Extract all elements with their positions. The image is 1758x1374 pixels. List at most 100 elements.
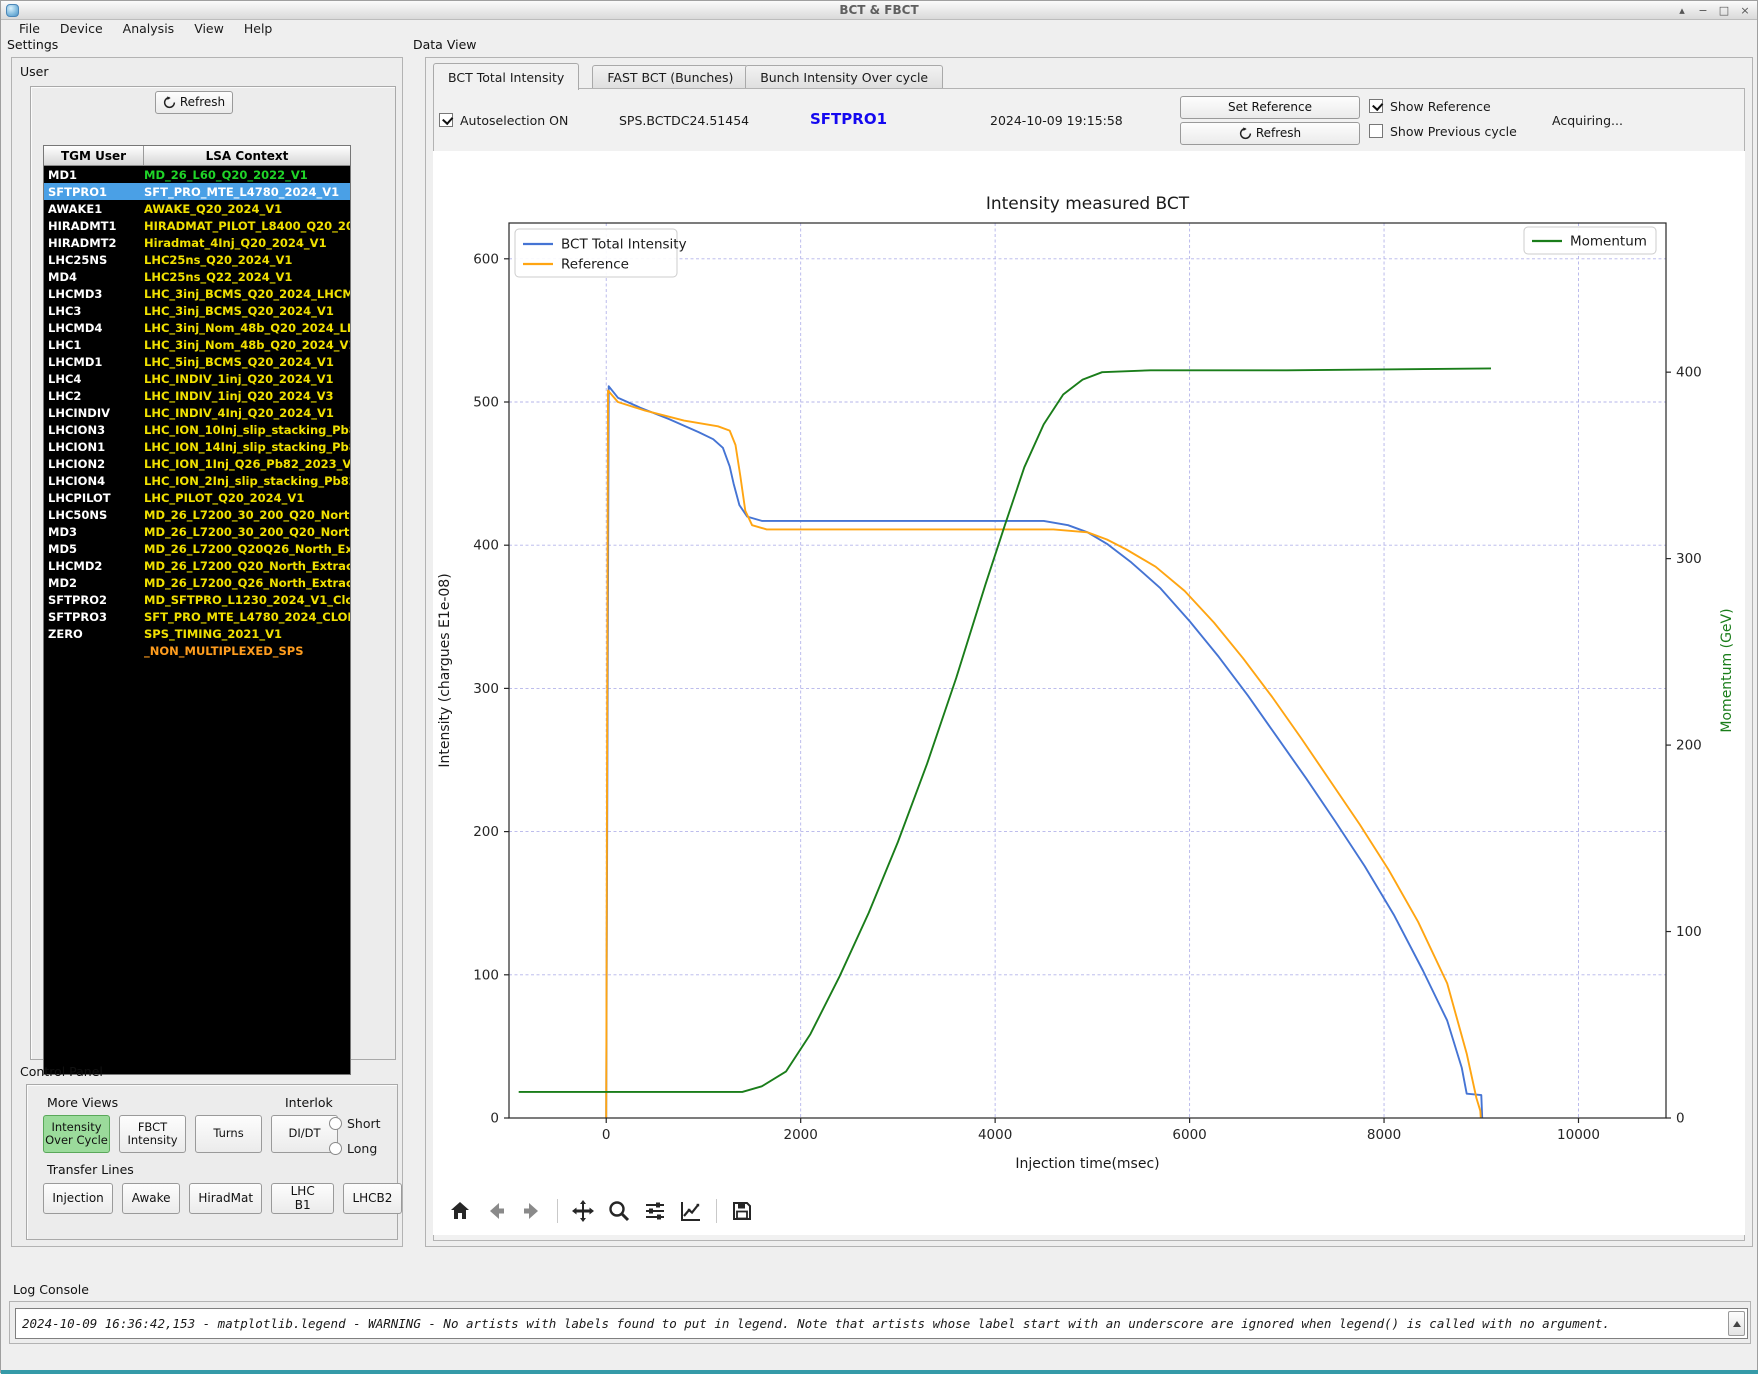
minimize-window-button[interactable]: − (1697, 4, 1709, 17)
svg-text:0: 0 (602, 1127, 611, 1143)
lsa-context-cell: SPS_TIMING_2021_V1 (144, 626, 283, 641)
menu-file[interactable]: File (9, 20, 50, 37)
svg-text:200: 200 (473, 824, 499, 840)
view-button-intensity-over-cycle[interactable]: Intensity Over Cycle (43, 1115, 110, 1153)
subplots-icon[interactable] (642, 1198, 668, 1224)
table-row[interactable]: SFTPRO1 SFT_PRO_MTE_L4780_2024_V1 (44, 183, 350, 200)
pan-icon[interactable] (570, 1198, 596, 1224)
view-button-di-dt[interactable]: DI/DT (271, 1115, 338, 1153)
menu-help[interactable]: Help (234, 20, 283, 37)
series-momentum (518, 367, 1492, 1093)
autoselection-checkbox[interactable] (439, 113, 453, 127)
lsa-context-cell: MD_26_L7200_Q20Q26_North_Extraction_2... (144, 541, 350, 556)
transfer-button-awake[interactable]: Awake (122, 1183, 181, 1214)
transfer-button-hiradmat[interactable]: HiradMat (189, 1183, 263, 1214)
lsa-context-cell: LHC_3inj_BCMS_Q20_2024_LHCMD (144, 286, 350, 301)
menu-view[interactable]: View (184, 20, 234, 37)
lsa-context-cell: MD_SFTPRO_L1230_2024_V1_Clone (144, 592, 350, 607)
control-panel-label: Control Panel (20, 1064, 103, 1079)
table-row[interactable]: LHC4 LHC_INDIV_1inj_Q20_2024_V1 (44, 370, 350, 387)
interlok-radio-short[interactable] (329, 1117, 342, 1130)
table-row[interactable]: _NON_MULTIPLEXED_SPS (44, 642, 350, 659)
interlok-radio-long[interactable] (329, 1142, 342, 1155)
lsa-context-cell: HIRADMAT_PILOT_L8400_Q20_2024_V1 (144, 218, 350, 233)
save-icon[interactable] (729, 1198, 755, 1224)
table-row[interactable]: MD3 MD_26_L7200_30_200_Q20_North_Extracti… (44, 523, 350, 540)
user-refresh-button[interactable]: Refresh (155, 91, 233, 114)
lsa-context-cell: LHC_5inj_BCMS_Q20_2024_V1 (144, 354, 334, 369)
tgm-user-table[interactable]: TGM User LSA Context MD1 MD_26_L60_Q20_2022… (43, 145, 351, 1075)
figure-canvas[interactable]: 0 2000 4000 6000 8000 10000 0 100 200 300 400 500 60… (433, 151, 1745, 1187)
svg-text:300: 300 (473, 681, 499, 697)
svg-text:8000: 8000 (1367, 1127, 1401, 1143)
tgm-user-cell: LHCION1 (48, 439, 106, 454)
menu-device[interactable]: Device (50, 20, 113, 37)
table-row[interactable]: LHC1 LHC_3inj_Nom_48b_Q20_2024_V1 (44, 336, 350, 353)
more-views-label: More Views (47, 1095, 119, 1110)
table-row[interactable]: LHCION1 LHC_ION_14Inj_slip_stacking_Pb82_… (44, 438, 350, 455)
tab-bct-total-intensity[interactable]: BCT Total Intensity (433, 63, 580, 90)
lsa-context-cell: Hiradmat_4Inj_Q20_2024_V1 (144, 235, 327, 250)
table-row[interactable]: MD4 LHC25ns_Q22_2024_V1 (44, 268, 350, 285)
view-button-fbct-intensity[interactable]: FBCT Intensity (119, 1115, 186, 1153)
table-row[interactable]: HIRADMT1 HIRADMAT_PILOT_L8400_Q20_2024_V1 (44, 217, 350, 234)
tgm-user-cell: SFTPRO2 (48, 592, 108, 607)
table-row[interactable]: LHC3 LHC_3inj_BCMS_Q20_2024_V1 (44, 302, 350, 319)
table-row[interactable]: AWAKE1 AWAKE_Q20_2024_V1 (44, 200, 350, 217)
table-row[interactable]: LHCION2 LHC_ION_1Inj_Q26_Pb82_2023_V1 (44, 455, 350, 472)
toolbar-separator (557, 1199, 558, 1223)
table-row[interactable]: LHCION3 LHC_ION_10Inj_slip_stacking_Pb82_… (44, 421, 350, 438)
table-row[interactable]: SFTPRO3 SFT_PRO_MTE_L4780_2024_CLONE (44, 608, 350, 625)
table-row[interactable]: LHCINDIV LHC_INDIV_4Inj_Q20_2024_V1 (44, 404, 350, 421)
table-row[interactable]: LHC25NS LHC25ns_Q20_2024_V1 (44, 251, 350, 268)
chart-title: Intensity measured BCT (986, 194, 1190, 214)
menu-analysis[interactable]: Analysis (113, 20, 185, 37)
lsa-context-cell: LHC_3inj_BCMS_Q20_2024_V1 (144, 303, 334, 318)
svg-text:0: 0 (1676, 1111, 1685, 1127)
lsa-context-cell: SFT_PRO_MTE_L4780_2024_CLONE (144, 609, 350, 624)
tab-bunch-intensity-over-cycle[interactable]: Bunch Intensity Over cycle (745, 65, 944, 89)
view-button-turns[interactable]: Turns (195, 1115, 262, 1153)
show-reference-checkbox[interactable] (1369, 99, 1383, 113)
log-console-label: Log Console (13, 1282, 89, 1297)
table-row[interactable]: LHCPILOT LHC_PILOT_Q20_2024_V1 (44, 489, 350, 506)
zoom-icon[interactable] (606, 1198, 632, 1224)
table-row[interactable]: SFTPRO2 MD_SFTPRO_L1230_2024_V1_Clone (44, 591, 350, 608)
set-reference-button[interactable]: Set Reference (1180, 96, 1360, 119)
show-previous-cycle-checkbox[interactable] (1369, 124, 1383, 138)
table-row[interactable]: LHCMD3 LHC_3inj_BCMS_Q20_2024_LHCMD (44, 285, 350, 302)
table-row[interactable]: LHCMD2 MD_26_L7200_Q20_North_Extraction_2… (44, 557, 350, 574)
back-icon[interactable] (483, 1198, 509, 1224)
table-row[interactable]: LHC2 LHC_INDIV_1inj_Q20_2024_V3 (44, 387, 350, 404)
transfer-button-injection[interactable]: Injection (43, 1183, 114, 1214)
transfer-button-lhcb2[interactable]: LHCB2 (342, 1183, 402, 1214)
close-window-button[interactable]: × (1739, 4, 1751, 17)
table-row[interactable]: LHCION4 LHC_ION_2Inj_slip_stacking_Pb82_Q… (44, 472, 350, 489)
table-row[interactable]: MD2 MD_26_L7200_Q26_North_Extraction_2024… (44, 574, 350, 591)
table-row[interactable]: LHCMD1 LHC_5inj_BCMS_Q20_2024_V1 (44, 353, 350, 370)
table-row[interactable]: HIRADMT2 Hiradmat_4Inj_Q20_2024_V1 (44, 234, 350, 251)
table-row[interactable]: ZERO SPS_TIMING_2021_V1 (44, 625, 350, 642)
tgm-user-cell: LHCMD2 (48, 558, 103, 573)
shade-window-button[interactable]: ▴ (1676, 4, 1688, 17)
lsa-context-cell: MD_26_L60_Q20_2022_V1 (144, 167, 308, 182)
axes-icon[interactable] (678, 1198, 704, 1224)
table-row[interactable]: MD1 MD_26_L60_Q20_2022_V1 (44, 166, 350, 183)
interlok-radio-label: Long (347, 1141, 378, 1156)
refresh-icon (163, 96, 176, 109)
column-header-lsa-context[interactable]: LSA Context (144, 146, 350, 165)
data-refresh-button[interactable]: Refresh (1180, 122, 1360, 145)
log-message-field[interactable]: 2024-10-09 16:36:42,153 - matplotlib.leg… (15, 1308, 1748, 1339)
table-row[interactable]: LHC50NS MD_26_L7200_30_200_Q20_North_Extr… (44, 506, 350, 523)
table-row[interactable]: MD5 MD_26_L7200_Q20Q26_North_Extraction_2… (44, 540, 350, 557)
log-scroll-up-button[interactable] (1728, 1311, 1745, 1336)
table-row[interactable]: LHCMD4 LHC_3inj_Nom_48b_Q20_2024_LHCMD (44, 319, 350, 336)
acquisition-timestamp: 2024-10-09 19:15:58 (990, 113, 1123, 128)
column-header-tgm-user[interactable]: TGM User (44, 146, 144, 165)
home-icon[interactable] (447, 1198, 473, 1224)
forward-icon[interactable] (519, 1198, 545, 1224)
tab-fast-bct-bunches-[interactable]: FAST BCT (Bunches) (592, 65, 749, 89)
transfer-button-lhc-b1[interactable]: LHC B1 (271, 1183, 334, 1214)
lsa-context-cell: LHC_INDIV_4Inj_Q20_2024_V1 (144, 405, 334, 420)
maximize-window-button[interactable]: □ (1718, 4, 1730, 17)
